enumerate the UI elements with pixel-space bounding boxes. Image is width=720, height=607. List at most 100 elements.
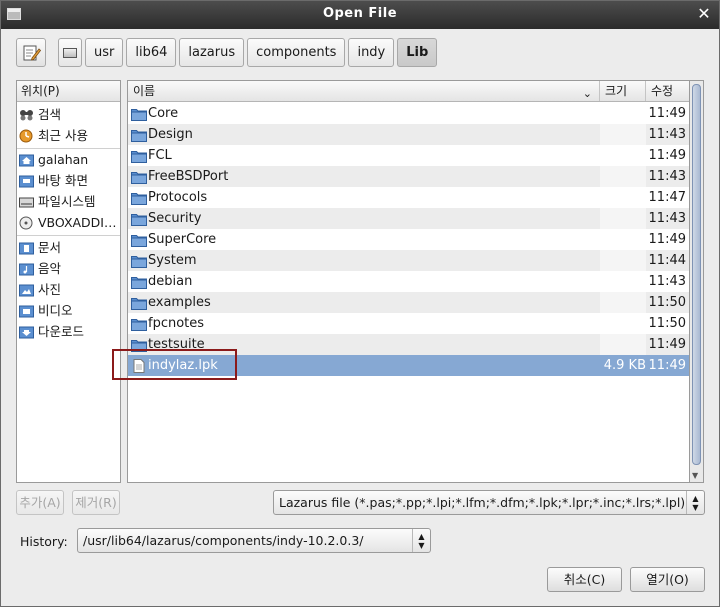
history-select[interactable]: /usr/lib64/lazarus/components/indy-10.2.… — [77, 528, 431, 553]
history-value: /usr/lib64/lazarus/components/indy-10.2.… — [83, 533, 364, 548]
file-modified: 11:43 — [648, 127, 686, 142]
size-cell-bg — [600, 334, 646, 355]
file-modified: 11:50 — [648, 316, 686, 331]
path-crumb-components[interactable]: components — [247, 38, 346, 67]
file-size: 4.9 KB — [603, 358, 646, 373]
file-name: FreeBSDPort — [148, 169, 229, 184]
file-row[interactable]: examples 11:50 — [128, 292, 689, 313]
file-modified: 11:43 — [648, 211, 686, 226]
search-icon — [20, 110, 33, 121]
window-title: Open File — [322, 6, 398, 21]
place-label: 사진 — [38, 282, 62, 297]
file-list-header: 이름 ⌄ 크기 수정 — [128, 81, 689, 102]
file-name: Design — [148, 127, 193, 142]
file-row[interactable]: debian 11:43 — [128, 271, 689, 292]
file-row[interactable]: Core 11:49 — [128, 103, 689, 124]
place-label: 최근 사용 — [38, 128, 88, 143]
music-folder-icon — [19, 263, 34, 276]
chevron-down-icon: ⌄ — [582, 87, 592, 100]
folder-icon — [131, 319, 147, 331]
downloads-folder-icon — [19, 326, 34, 339]
place-label: VBOXADDI… — [38, 215, 117, 230]
file-modified: 11:49 — [648, 358, 686, 373]
places-header[interactable]: 위치(P) — [17, 81, 120, 102]
edit-location-icon — [23, 45, 41, 61]
places-separator — [17, 235, 120, 236]
path-crumb-lib64[interactable]: lib64 — [126, 38, 177, 67]
file-row[interactable]: FCL 11:49 — [128, 145, 689, 166]
places-pane: 위치(P) 검색 최근 사용 galahan 바탕 화면 파일시스템 VBOXA… — [16, 80, 121, 483]
folder-icon — [131, 172, 147, 184]
place-label: 음악 — [38, 261, 62, 276]
open-button[interactable]: 열기(O) — [630, 567, 705, 592]
file-modified: 11:49 — [648, 232, 686, 247]
file-modified: 11:49 — [648, 106, 686, 121]
file-modified: 11:49 — [648, 148, 686, 163]
file-name: Security — [148, 211, 202, 226]
chevron-updown-icon: ▲ ▼ — [686, 491, 704, 514]
place-label: 파일시스템 — [38, 194, 96, 209]
column-header-size[interactable]: 크기 — [600, 81, 646, 101]
file-row[interactable]: FreeBSDPort 11:43 — [128, 166, 689, 187]
file-row[interactable]: fpcnotes 11:50 — [128, 313, 689, 334]
size-cell-bg — [600, 313, 646, 334]
path-crumb-lazarus[interactable]: lazarus — [179, 38, 245, 67]
scrollbar-thumb[interactable] — [692, 84, 701, 465]
file-name: debian — [148, 274, 193, 289]
file-row[interactable]: Design 11:43 — [128, 124, 689, 145]
file-list[interactable]: 이름 ⌄ 크기 수정 Core 11:49 Design 11:43 FCL 11:49 F… — [127, 80, 690, 483]
folder-icon — [131, 109, 147, 121]
annotation-highlight-box — [112, 349, 237, 380]
size-cell-bg — [600, 187, 646, 208]
close-icon[interactable]: ✕ — [695, 5, 713, 23]
folder-icon — [131, 235, 147, 247]
file-name: fpcnotes — [148, 316, 205, 331]
folder-icon — [131, 214, 147, 226]
file-list-scrollbar[interactable]: ▼ — [690, 80, 704, 483]
drive-icon — [63, 48, 77, 58]
size-cell-bg — [600, 166, 646, 187]
folder-icon — [131, 298, 147, 310]
path-root-button[interactable] — [58, 38, 82, 67]
type-location-button[interactable] — [16, 38, 46, 67]
path-crumb-indy[interactable]: indy — [348, 38, 395, 67]
file-row[interactable]: System 11:44 — [128, 250, 689, 271]
drive-icon — [19, 197, 34, 208]
chevron-updown-icon: ▲ ▼ — [412, 529, 430, 552]
size-cell-bg — [600, 124, 646, 145]
filter-value: Lazarus file (*.pas;*.pp;*.lpi;*.lfm;*.d… — [279, 495, 686, 510]
title-bar[interactable]: Open File ✕ — [1, 1, 719, 29]
place-label: 문서 — [38, 240, 62, 255]
history-label: History: — [20, 534, 68, 549]
size-cell-bg — [600, 103, 646, 124]
column-header-name[interactable]: 이름 ⌄ — [128, 81, 600, 101]
place-label: 검색 — [38, 107, 62, 122]
column-header-modified[interactable]: 수정 — [646, 81, 689, 101]
size-cell-bg — [600, 208, 646, 229]
place-label: 바탕 화면 — [38, 173, 88, 188]
place-label: galahan — [38, 152, 89, 167]
home-folder-icon — [19, 154, 34, 167]
file-modified: 11:44 — [648, 253, 686, 268]
file-name: FCL — [148, 148, 172, 163]
remove-bookmark-button[interactable]: 제거(R) — [72, 490, 120, 515]
size-cell-bg — [600, 145, 646, 166]
file-name: Core — [148, 106, 179, 121]
file-type-filter-select[interactable]: Lazarus file (*.pas;*.pp;*.lpi;*.lfm;*.d… — [273, 490, 705, 515]
size-cell-bg — [600, 292, 646, 313]
add-bookmark-button[interactable]: 추가(A) — [16, 490, 64, 515]
file-row[interactable]: Protocols 11:47 — [128, 187, 689, 208]
file-name: examples — [148, 295, 211, 310]
file-row[interactable]: SuperCore 11:49 — [128, 229, 689, 250]
file-modified: 11:43 — [648, 274, 686, 289]
file-name: System — [148, 253, 197, 268]
file-name: Protocols — [148, 190, 208, 205]
cancel-button[interactable]: 취소(C) — [547, 567, 622, 592]
column-name-label: 이름 — [133, 84, 156, 98]
cdrom-icon — [19, 216, 33, 230]
path-crumb-usr[interactable]: usr — [85, 38, 124, 67]
folder-icon — [131, 130, 147, 142]
scroll-down-icon[interactable]: ▼ — [692, 471, 698, 480]
path-crumb-lib[interactable]: Lib — [397, 38, 438, 67]
file-row[interactable]: Security 11:43 — [128, 208, 689, 229]
